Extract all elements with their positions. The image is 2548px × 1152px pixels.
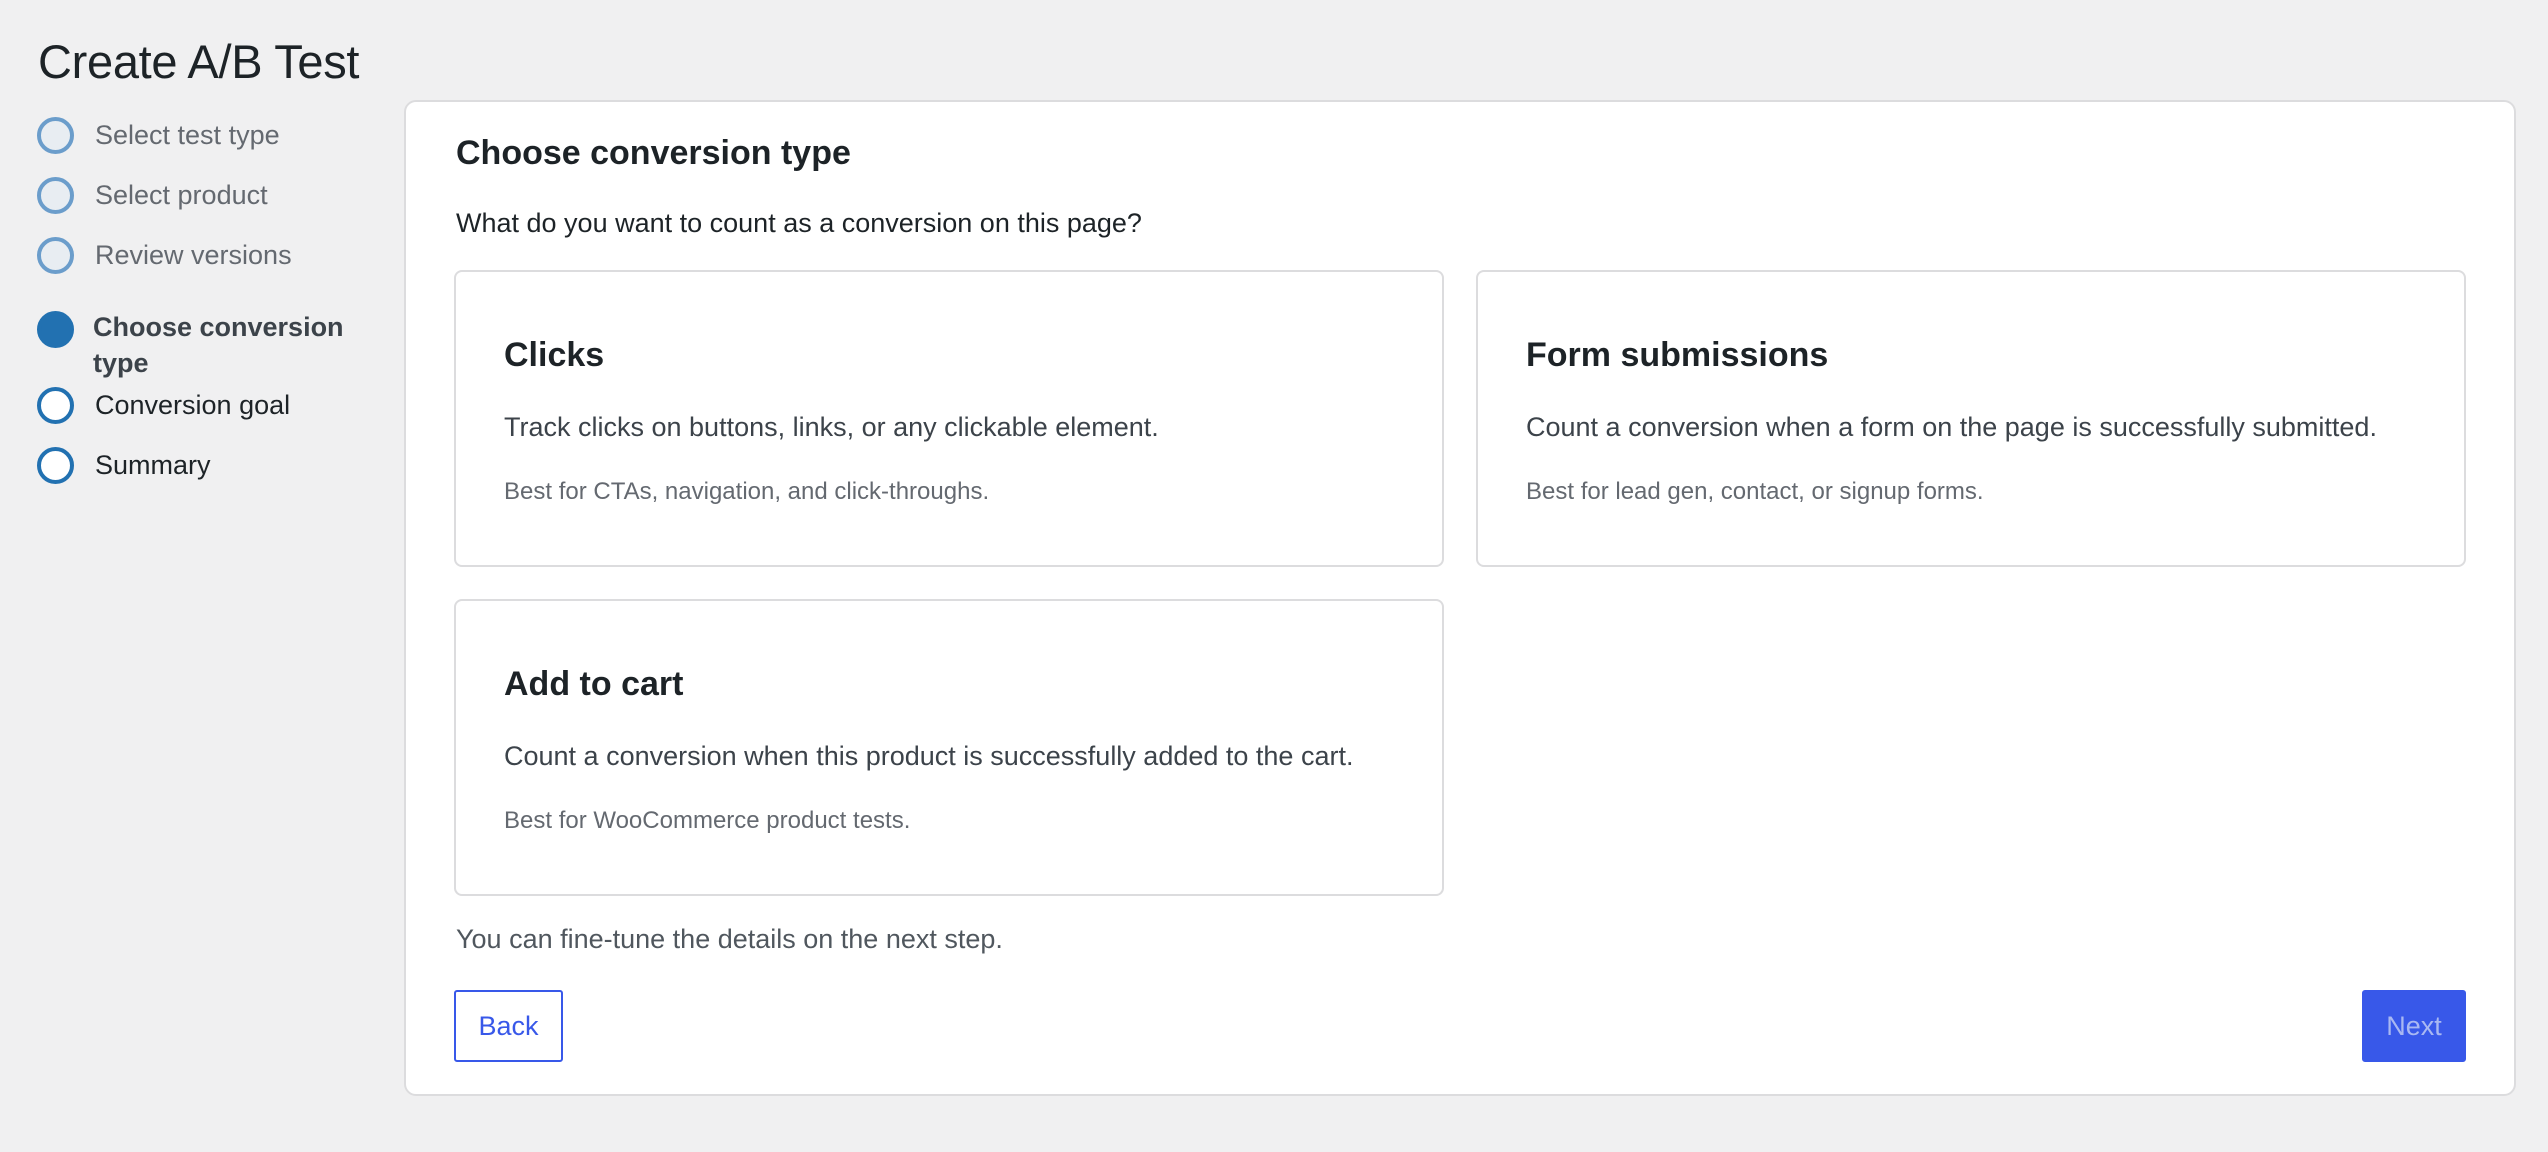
step-label: Select test type xyxy=(95,120,280,150)
step-label: Conversion goal xyxy=(95,390,291,420)
option-title: Clicks xyxy=(504,336,605,374)
step-status-icon xyxy=(37,447,74,484)
next-button[interactable]: Next xyxy=(2362,990,2466,1062)
option-hint: Best for CTAs, navigation, and click-thr… xyxy=(504,478,990,505)
step-conversion-goal: Conversion goal xyxy=(37,387,290,424)
step-status-icon xyxy=(37,387,74,424)
conversion-type-panel: Choose conversion type What do you want … xyxy=(404,100,2516,1096)
option-description: Count a conversion when a form on the pa… xyxy=(1526,412,2377,442)
step-select-product[interactable]: Select product xyxy=(37,177,268,214)
option-description: Track clicks on buttons, links, or any c… xyxy=(504,412,1159,442)
step-status-icon xyxy=(37,117,74,154)
step-status-icon xyxy=(37,237,74,274)
step-summary: Summary xyxy=(37,447,211,484)
panel-question: What do you want to count as a conversio… xyxy=(456,208,1142,238)
conversion-option-clicks[interactable]: Clicks Track clicks on buttons, links, o… xyxy=(454,270,1444,567)
panel-title: Choose conversion type xyxy=(456,134,851,172)
conversion-option-form-submissions[interactable]: Form submissions Count a conversion when… xyxy=(1476,270,2466,567)
page-title: Create A/B Test xyxy=(38,35,360,88)
option-hint: Best for WooCommerce product tests. xyxy=(504,807,911,834)
option-title: Form submissions xyxy=(1526,336,1829,374)
step-label: Choose conversion type xyxy=(93,312,344,378)
step-status-icon xyxy=(37,177,74,214)
step-status-icon xyxy=(37,311,74,348)
option-title: Add to cart xyxy=(504,665,684,703)
step-label: Summary xyxy=(95,450,211,480)
step-select-test-type[interactable]: Select test type xyxy=(37,117,280,154)
conversion-option-add-to-cart[interactable]: Add to cart Count a conversion when this… xyxy=(454,599,1444,896)
step-review-versions[interactable]: Review versions xyxy=(37,237,292,274)
option-description: Count a conversion when this product is … xyxy=(504,741,1354,771)
step-choose-conversion-type: Choose conversion type xyxy=(37,311,353,381)
option-hint: Best for lead gen, contact, or signup fo… xyxy=(1526,478,1984,505)
back-button[interactable]: Back xyxy=(454,990,563,1062)
step-label: Review versions xyxy=(95,240,292,270)
step-label: Select product xyxy=(95,180,268,210)
footnote: You can fine-tune the details on the nex… xyxy=(456,924,1003,954)
